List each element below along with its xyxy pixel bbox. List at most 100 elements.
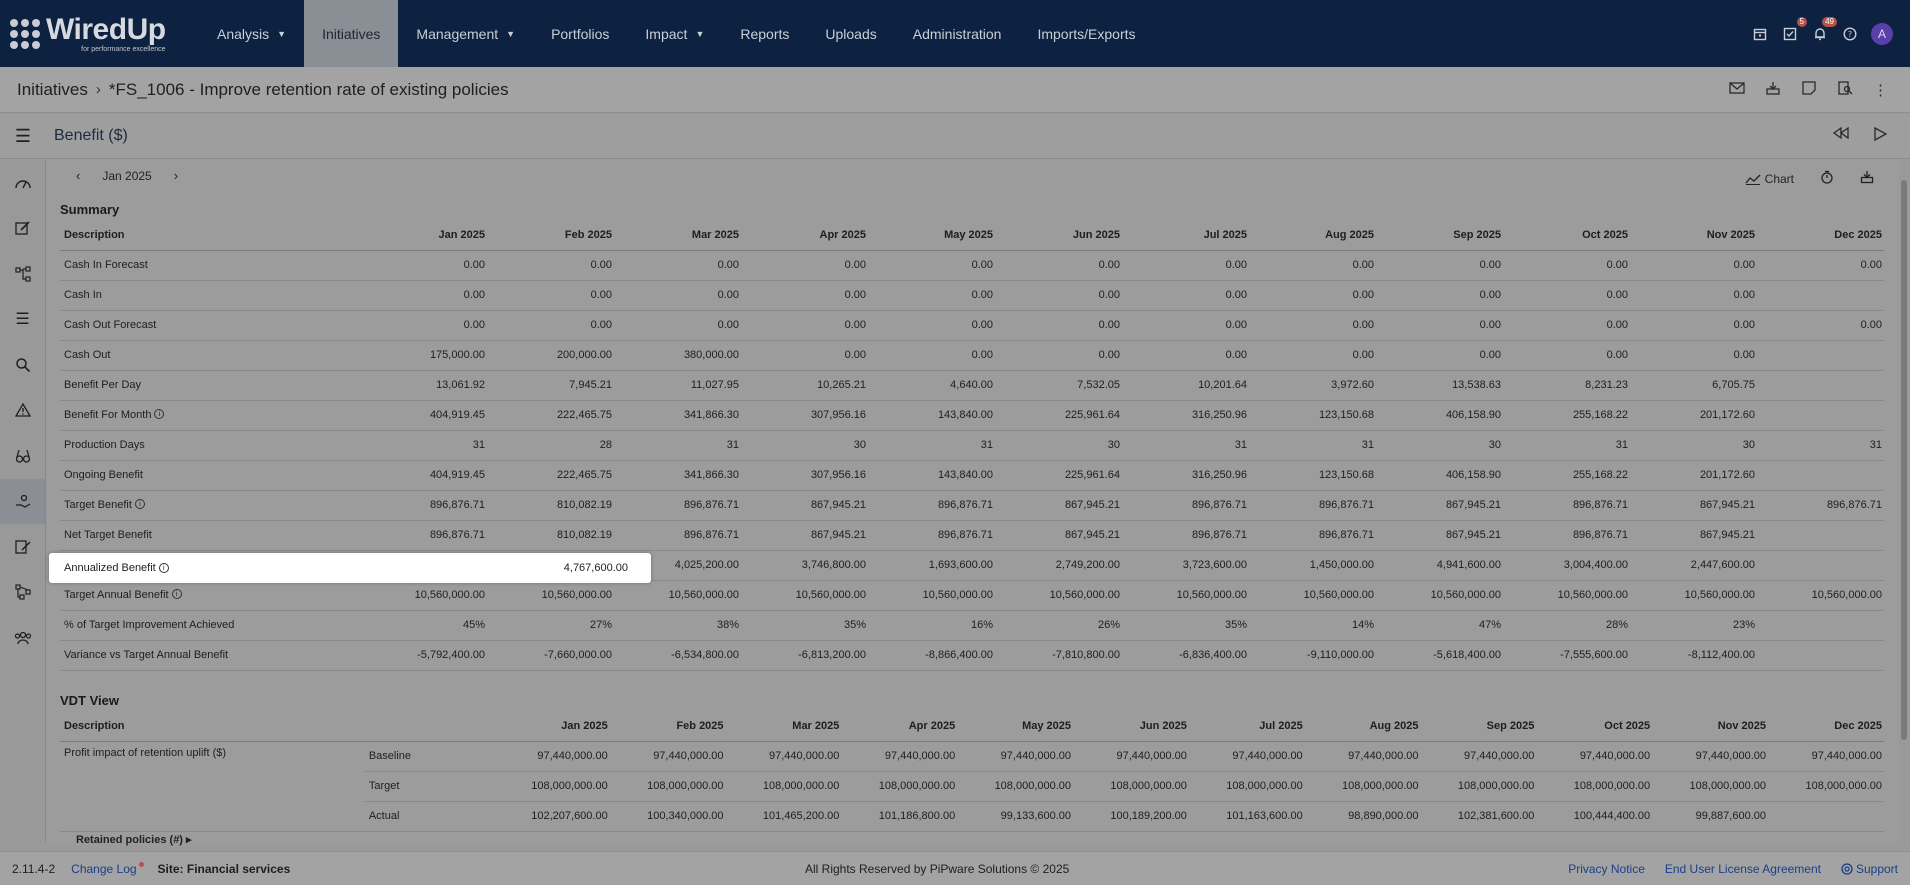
cell-value: 31 — [1122, 430, 1249, 461]
chart-button[interactable]: Chart — [1745, 172, 1794, 186]
cell-value: 867,945.21 — [1630, 490, 1757, 521]
nav-management[interactable]: Management ▼ — [398, 0, 533, 67]
cell-value: 867,945.21 — [741, 520, 868, 551]
row-description-cell: Target Benefit i — [60, 490, 360, 521]
nav-administration[interactable]: Administration — [895, 0, 1020, 67]
info-icon[interactable]: i — [158, 563, 169, 573]
changelog-link[interactable]: Change Log — [71, 861, 144, 876]
nav-portfolios[interactable]: Portfolios — [533, 0, 627, 67]
help-icon[interactable]: ? — [1841, 25, 1859, 43]
cell-value: 225,961.64 — [995, 460, 1122, 491]
menu-icon[interactable]: ☰ — [0, 126, 46, 147]
binoculars-icon[interactable] — [0, 433, 45, 479]
summary-title: Summary — [60, 202, 120, 217]
sign-document-icon[interactable] — [0, 524, 45, 570]
cell-value: 0.00 — [1122, 250, 1249, 281]
cell-value: 108,000,000.00 — [1652, 771, 1768, 802]
row-label: Cash Out — [64, 349, 111, 361]
breadcrumb-root[interactable]: Initiatives — [17, 80, 88, 100]
row-description-cell: Benefit For Month i — [60, 400, 360, 431]
chevron-right-icon: › — [95, 81, 101, 98]
annualized-benefit-highlight[interactable]: Annualized Benefit i 4,767,600.00 — [49, 553, 651, 583]
rewind-icon[interactable] — [1832, 126, 1850, 146]
summary-row-ongoing-benefit: Ongoing Benefit 404,919.45 222,465.75 341,8… — [60, 460, 1884, 491]
privacy-link[interactable]: Privacy Notice — [1568, 862, 1645, 876]
cell-value: 1,450,000.00 — [1249, 550, 1376, 581]
nav-label: Uploads — [825, 25, 877, 42]
cell-value: 0.00 — [1376, 250, 1503, 281]
cell-value: 108,000,000.00 — [493, 771, 610, 802]
cell-value: 97,440,000.00 — [1420, 741, 1537, 772]
workflow-icon[interactable] — [0, 570, 45, 616]
vertical-scrollbar[interactable] — [1898, 160, 1910, 842]
cell-value: 896,876.71 — [1249, 520, 1376, 551]
search-icon[interactable] — [0, 342, 45, 388]
cell-value: 200,000.00 — [487, 340, 614, 371]
export-icon[interactable] — [1860, 170, 1874, 187]
cell-value: 108,000,000.00 — [841, 771, 958, 802]
support-label: Support — [1855, 861, 1898, 876]
row-description-cell: Benefit Per Day — [60, 370, 360, 401]
support-link[interactable]: Support — [1841, 862, 1898, 876]
benefit-icon[interactable] — [0, 478, 45, 524]
info-icon[interactable]: i — [171, 589, 182, 599]
cell-value: -6,534,800.00 — [614, 640, 741, 671]
play-icon[interactable] — [1872, 126, 1888, 146]
cell-value: 101,186,800.00 — [841, 801, 958, 832]
row-description-cell: Cash In — [60, 280, 360, 311]
document-search-icon[interactable] — [1837, 80, 1853, 99]
dashboard-icon[interactable] — [0, 160, 45, 206]
chevron-left-icon[interactable]: ‹ — [76, 168, 80, 183]
bell-icon[interactable]: 49 — [1811, 16, 1837, 43]
edit-icon[interactable] — [0, 206, 45, 252]
cell-value: 4,640.00 — [868, 370, 995, 401]
calendar-icon[interactable] — [1751, 25, 1769, 43]
nav-reports[interactable]: Reports — [722, 0, 807, 67]
cell-value: -7,660,000.00 — [487, 640, 614, 671]
cell-value: 0.00 — [1249, 310, 1376, 341]
nav-imports-exports[interactable]: Imports/Exports — [1019, 0, 1153, 67]
cell-value: 896,876.71 — [1503, 520, 1630, 551]
user-avatar[interactable]: A — [1871, 22, 1893, 45]
column-header-description: Description — [60, 221, 360, 251]
brand-logo[interactable]: WiredUp for performance excellence — [0, 0, 190, 67]
info-icon[interactable]: i — [134, 499, 145, 509]
tasks-icon[interactable]: 5 — [1781, 16, 1807, 43]
scroll-thumb[interactable] — [1901, 180, 1907, 740]
nav-analysis[interactable]: Analysis ▼ — [199, 0, 304, 67]
cell-value: 10,560,000.00 — [1630, 580, 1757, 611]
chevron-right-icon[interactable]: › — [174, 168, 178, 183]
list-icon[interactable]: ☰ — [0, 297, 45, 343]
warning-icon[interactable] — [0, 388, 45, 434]
email-icon[interactable] — [1729, 81, 1745, 99]
cell-value: 0.00 — [1503, 250, 1630, 281]
eula-link[interactable]: End User License Agreement — [1665, 862, 1821, 876]
more-vertical-icon[interactable]: ⋮ — [1873, 81, 1888, 99]
timer-icon[interactable] — [1820, 170, 1834, 187]
nav-initiatives[interactable]: Initiatives — [304, 0, 399, 67]
cell-value: -6,813,200.00 — [741, 640, 868, 671]
retained-policies-row[interactable]: Retained policies (#) ▸ — [76, 833, 192, 846]
caret-down-icon: ▼ — [277, 28, 287, 39]
info-icon[interactable]: i — [154, 409, 165, 419]
period-label[interactable]: Jan 2025 — [102, 169, 151, 183]
row-label: Cash Out Forecast — [64, 319, 157, 331]
cell-value: 26% — [995, 610, 1122, 641]
nav-impact[interactable]: Impact ▼ — [627, 0, 722, 67]
cell-value: 316,250.96 — [1122, 400, 1249, 431]
nav-uploads[interactable]: Uploads — [807, 0, 894, 67]
team-icon[interactable] — [0, 615, 45, 661]
cell-value: 0.00 — [1757, 250, 1884, 281]
hierarchy-icon[interactable] — [0, 251, 45, 297]
cell-value: 14% — [1249, 610, 1376, 641]
cell-value: 31 — [360, 430, 487, 461]
cell-value: 2,447,600.00 — [1630, 550, 1757, 581]
vdt-header-aug-2025: Aug 2025 — [1304, 712, 1421, 742]
download-icon[interactable] — [1765, 81, 1781, 99]
row-label: Production Days — [64, 439, 145, 451]
cell-value: 97,440,000.00 — [1536, 741, 1653, 772]
note-icon[interactable] — [1801, 80, 1817, 99]
row-label: Benefit For Month — [64, 409, 152, 421]
cell-value: 97,440,000.00 — [1768, 741, 1884, 772]
cell-value: 0.00 — [1630, 250, 1757, 281]
